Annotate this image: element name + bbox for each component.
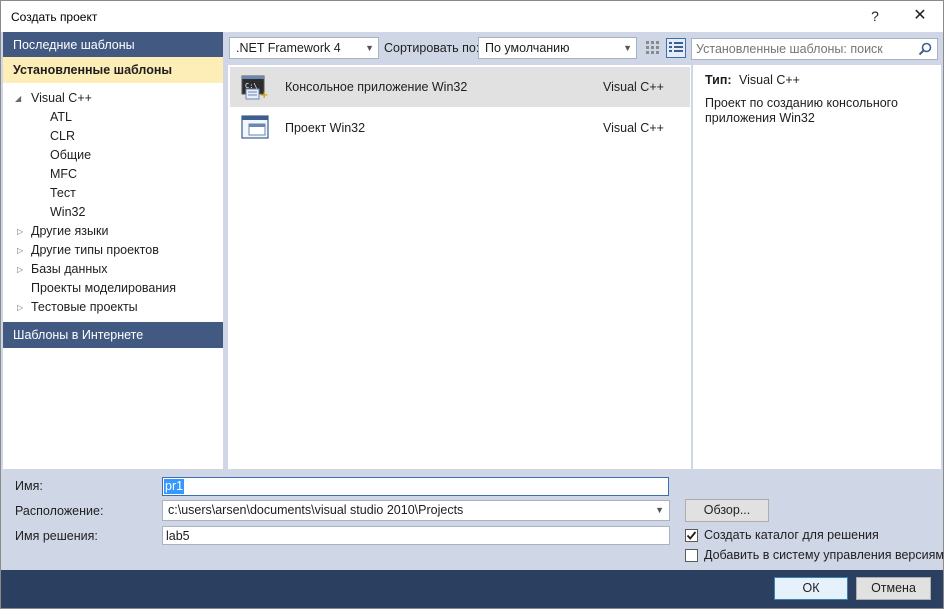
location-label: Расположение: [15, 504, 104, 518]
template-item-win32-console[interactable]: C:\ + Консольное приложение Win32 Visual… [230, 67, 690, 107]
name-label: Имя: [15, 479, 43, 493]
tree-item-win32[interactable]: Win32 [50, 203, 85, 222]
close-button[interactable]: ✕ [903, 3, 937, 29]
browse-button[interactable]: Обзор... [685, 499, 769, 522]
template-details-pane: Тип: Visual C++ Проект по созданию консо… [693, 65, 941, 469]
tree-item-clr[interactable]: CLR [50, 127, 75, 146]
sort-label: Сортировать по: [384, 41, 480, 55]
tree-item-test[interactable]: Тест [50, 184, 76, 203]
search-icon[interactable] [917, 41, 933, 57]
create-solution-dir-label[interactable]: Создать каталог для решения [704, 528, 879, 542]
template-item-win32-project[interactable]: Проект Win32 Visual C++ [230, 108, 690, 148]
template-category-pane: Последние шаблоны Установленные шаблоны … [3, 32, 223, 469]
cancel-button[interactable]: Отмена [856, 577, 931, 600]
tree-item-label: Visual C++ [31, 91, 92, 105]
framework-select[interactable]: .NET Framework 4 ▼ [229, 37, 379, 59]
project-name-value[interactable]: pr1 [164, 479, 185, 494]
template-language: Visual C++ [603, 80, 664, 94]
installed-templates-header[interactable]: Установленные шаблоны [3, 57, 223, 83]
tree-item-label: Базы данных [31, 262, 108, 276]
template-name: Проект Win32 [285, 121, 366, 135]
list-view-button[interactable] [666, 38, 686, 58]
solution-name-field[interactable] [162, 526, 670, 545]
window-title: Создать проект [11, 10, 98, 24]
template-toolbar: .NET Framework 4 ▼ Сортировать по: По ум… [225, 36, 689, 60]
tree-item-general[interactable]: Общие [50, 146, 91, 165]
tree-item-label: Другие языки [31, 224, 109, 238]
project-name-field[interactable] [162, 477, 669, 496]
tree-item-mfc[interactable]: MFC [50, 165, 77, 184]
ok-button[interactable]: ОК [774, 577, 848, 600]
title-bar: Создать проект ? ✕ [0, 0, 944, 32]
template-list: C:\ + Консольное приложение Win32 Visual… [228, 65, 691, 469]
template-name: Консольное приложение Win32 [285, 80, 468, 94]
template-type-line: Тип: Visual C++ [705, 73, 800, 87]
collapsed-arrow-icon[interactable]: ▷ [17, 222, 27, 241]
small-icons-view-icon[interactable] [644, 39, 662, 57]
framework-value: .NET Framework 4 [236, 41, 341, 55]
tree-item-atl[interactable]: ATL [50, 108, 72, 127]
checkmark-icon [686, 531, 697, 540]
help-button[interactable]: ? [861, 3, 889, 29]
chevron-down-icon: ▼ [623, 43, 632, 53]
svg-text:+: + [260, 90, 268, 101]
dialog-client-area: Последние шаблоны Установленные шаблоны … [0, 32, 944, 609]
expanded-arrow-icon[interactable]: ◢ [15, 89, 25, 108]
chevron-down-icon[interactable]: ▼ [655, 501, 664, 520]
type-value: Visual C++ [739, 73, 800, 87]
console-app-icon: C:\ + [241, 75, 268, 101]
solution-name-label: Имя решения: [15, 529, 98, 543]
collapsed-arrow-icon[interactable]: ▷ [17, 241, 27, 260]
chevron-down-icon: ▼ [365, 43, 374, 53]
sort-value: По умолчанию [485, 41, 570, 55]
search-box[interactable] [691, 38, 938, 60]
template-language: Visual C++ [603, 121, 664, 135]
tree-item-label: Тестовые проекты [31, 300, 138, 314]
list-view-icon [669, 42, 683, 52]
template-description: Проект по созданию консольного приложени… [705, 96, 898, 125]
collapsed-arrow-icon[interactable]: ▷ [17, 298, 27, 317]
create-solution-dir-checkbox[interactable] [685, 529, 698, 542]
search-input[interactable] [696, 41, 911, 57]
add-to-source-control-label[interactable]: Добавить в систему управления версиями [704, 548, 944, 562]
tree-item-label: Другие типы проектов [31, 243, 159, 257]
tree-item-modeling-projects[interactable]: Проекты моделирования [31, 279, 176, 298]
add-to-source-control-checkbox[interactable] [685, 549, 698, 562]
win32-project-icon [241, 115, 269, 139]
collapsed-arrow-icon[interactable]: ▷ [17, 260, 27, 279]
online-templates-header[interactable]: Шаблоны в Интернете [3, 322, 223, 348]
sort-select[interactable]: По умолчанию ▼ [478, 37, 637, 59]
recent-templates-header[interactable]: Последние шаблоны [3, 32, 223, 58]
type-label: Тип: [705, 73, 732, 87]
location-combo[interactable]: c:\users\arsen\documents\visual studio 2… [162, 500, 670, 521]
location-value: c:\users\arsen\documents\visual studio 2… [168, 503, 464, 517]
